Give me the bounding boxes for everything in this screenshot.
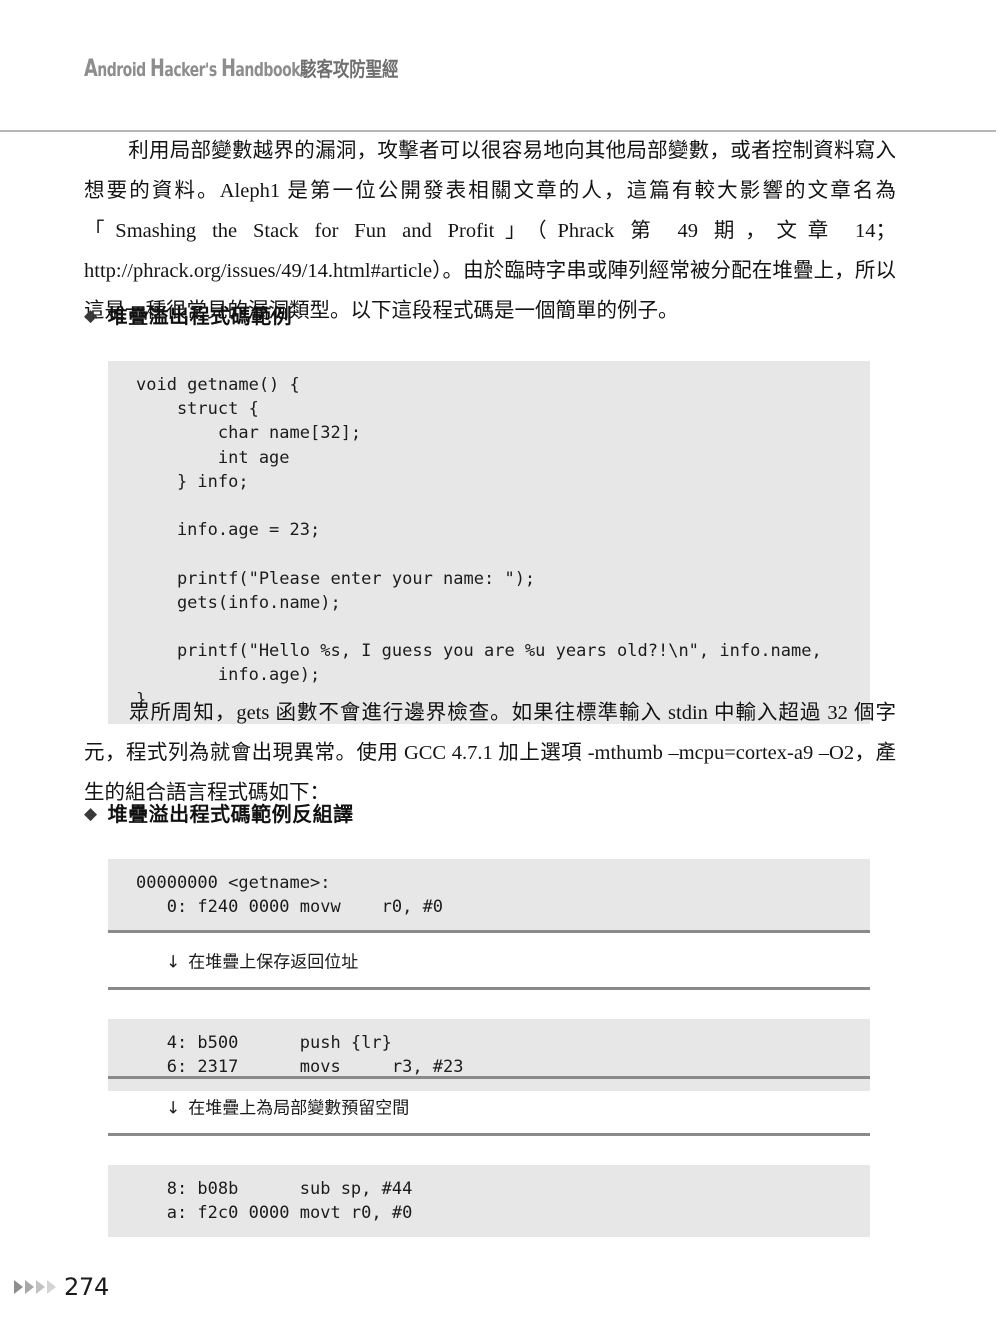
diamond-bullet-icon: ◆ [84, 804, 98, 824]
page-footer: 274 [14, 1272, 109, 1302]
code-block-c-source: void getname() { struct { char name[32];… [108, 361, 870, 724]
section-heading-2-label: 堆疊溢出程式碼範例反組譯 [107, 802, 354, 826]
runhead-cap-a: A [84, 54, 98, 82]
annotation-band-1: ↓ 在堆疊上保存返回位址 [108, 930, 870, 990]
running-head: Android Hacker's Handbook駭客攻防聖經 [0, 46, 1000, 132]
body-paragraph-2: 眾所周知，gets 函數不會進行邊界檢查。如果往標準輸入 stdin 中輸入超過… [84, 693, 896, 813]
footer-triangle-icon-2 [25, 1280, 34, 1294]
paragraph-2-text: 眾所周知，gets 函數不會進行邊界檢查。如果往標準輸入 stdin 中輸入超過… [84, 701, 896, 804]
code-block-disassembly-1: 00000000 <getname>: 0: f240 0000 movw r0… [108, 859, 870, 932]
annotation-1-text: ↓ 在堆疊上保存返回位址 [166, 948, 358, 973]
runhead-cap-h2: H [221, 54, 236, 82]
runhead-cap-h1: H [150, 54, 165, 82]
paragraph-1-text: 利用局部變數越界的漏洞，攻擊者可以很容易地向其他局部變數，或者控制資料寫入想要的… [84, 139, 896, 322]
document-page: Android Hacker's Handbook駭客攻防聖經 利用局部變數越界… [0, 0, 1000, 1341]
runhead-word-andbook: andbook [235, 59, 301, 81]
annotation-rule-bottom [108, 987, 870, 990]
diamond-bullet-icon: ◆ [84, 306, 98, 326]
runhead-word-ndroid: ndroid [97, 59, 151, 81]
code-block-disassembly-3: 8: b08b sub sp, #44 a: f2c0 0000 movt r0… [108, 1165, 870, 1238]
down-arrow-icon: ↓ [166, 1098, 181, 1119]
footer-triangle-icon-4 [47, 1280, 56, 1294]
page-number: 274 [64, 1273, 109, 1301]
running-head-title: Android Hacker's Handbook駭客攻防聖經 [84, 53, 398, 82]
runhead-word-ackers: acker's [164, 59, 222, 81]
down-arrow-icon: ↓ [166, 952, 181, 973]
section-heading-1: ◆ 堆疊溢出程式碼範例 [84, 300, 896, 329]
footer-triangle-icon-3 [36, 1280, 45, 1294]
annotation-rule-bottom [108, 1133, 870, 1136]
annotation-rule-top [108, 1076, 870, 1079]
section-heading-2: ◆ 堆疊溢出程式碼範例反組譯 [84, 798, 896, 827]
annotation-2-label: 在堆疊上為局部變數預留空間 [188, 1098, 410, 1119]
running-head-title-cjk: 駭客攻防聖經 [300, 57, 399, 81]
annotation-1-label: 在堆疊上保存返回位址 [188, 952, 359, 973]
annotation-band-2: ↓ 在堆疊上為局部變數預留空間 [108, 1076, 870, 1136]
footer-triangle-icon-1 [14, 1280, 23, 1294]
annotation-2-text: ↓ 在堆疊上為局部變數預留空間 [166, 1094, 409, 1119]
annotation-rule-top [108, 930, 870, 933]
section-heading-1-label: 堆疊溢出程式碼範例 [107, 304, 293, 328]
